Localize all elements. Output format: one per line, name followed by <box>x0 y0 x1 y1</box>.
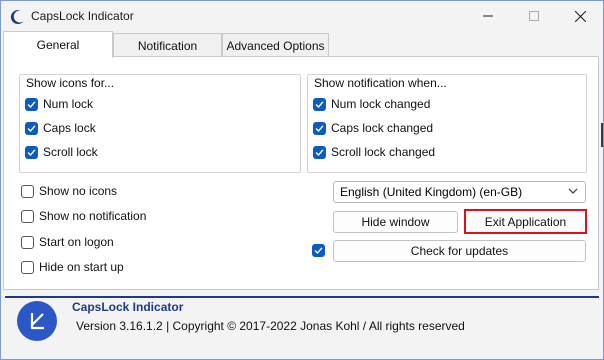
show-no-notification-option[interactable]: Show no notification <box>21 209 146 223</box>
show-notification-group: Show notification when... Num lock chang… <box>307 74 587 173</box>
general-panel: Show icons for... Num lock Caps lock Scr… <box>3 56 599 290</box>
scroll-lock-icon-checkbox[interactable] <box>25 145 38 159</box>
footer-version-text: Version 3.16.1.2 | Copyright © 2017-2022… <box>76 319 465 333</box>
close-button[interactable] <box>557 1 603 31</box>
show-icons-group: Show icons for... Num lock Caps lock Scr… <box>19 74 301 173</box>
app-moon-icon <box>10 9 24 24</box>
scroll-lock-notify-option[interactable]: Scroll lock changed <box>313 145 435 159</box>
language-select-value: English (United Kingdom) (en-GB) <box>340 185 523 199</box>
num-lock-icon-label: Num lock <box>43 97 94 111</box>
checkmark-icon <box>315 124 324 132</box>
caps-lock-notify-checkbox[interactable] <box>313 121 326 135</box>
scroll-lock-icon-label: Scroll lock <box>43 145 98 159</box>
check-updates-checkbox[interactable] <box>312 244 325 257</box>
show-no-notification-checkbox[interactable] <box>21 209 34 223</box>
show-no-icons-label: Show no icons <box>39 184 118 198</box>
caps-lock-icon-label: Caps lock <box>43 121 96 135</box>
show-no-icons-checkbox[interactable] <box>21 184 34 198</box>
num-lock-icon-checkbox[interactable] <box>25 97 38 111</box>
num-lock-icon-option[interactable]: Num lock <box>25 97 93 111</box>
num-lock-notify-option[interactable]: Num lock changed <box>313 97 430 111</box>
num-lock-notify-checkbox[interactable] <box>313 97 326 111</box>
show-icons-group-title: Show icons for... <box>26 76 115 90</box>
caps-lock-notify-option[interactable]: Caps lock changed <box>313 121 433 135</box>
app-window: CapsLock Indicator General Notification … <box>0 0 604 360</box>
check-for-updates-button[interactable]: Check for updates <box>333 240 586 262</box>
hide-on-start-up-option[interactable]: Hide on start up <box>21 260 124 274</box>
tab-general[interactable]: General <box>3 31 113 58</box>
window-title: CapsLock Indicator <box>31 9 134 23</box>
minimize-button[interactable] <box>465 1 511 31</box>
show-notification-group-title: Show notification when... <box>314 76 447 90</box>
checkmark-icon <box>314 247 323 255</box>
checkmark-icon <box>27 100 36 108</box>
minimize-icon <box>483 15 493 17</box>
scroll-lock-notify-label: Scroll lock changed <box>331 145 436 159</box>
exit-application-button[interactable]: Exit Application <box>464 209 587 234</box>
checkmark-icon <box>315 148 324 156</box>
tab-strip: General Notification Advanced Options <box>1 31 603 58</box>
close-icon <box>574 10 586 22</box>
checkmark-icon <box>27 148 36 156</box>
title-bar: CapsLock Indicator <box>1 1 603 31</box>
checkmark-icon <box>27 124 36 132</box>
hide-on-start-up-checkbox[interactable] <box>21 260 34 274</box>
footer-app-name: CapsLock Indicator <box>72 300 184 314</box>
window-edge-marker <box>601 123 603 147</box>
footer-divider <box>5 296 599 298</box>
tab-notification[interactable]: Notification <box>113 33 222 57</box>
scroll-lock-notify-checkbox[interactable] <box>313 145 326 159</box>
hide-window-button[interactable]: Hide window <box>333 211 458 233</box>
start-on-logon-option[interactable]: Start on logon <box>21 235 114 249</box>
show-no-notification-label: Show no notification <box>39 209 147 223</box>
caps-lock-icon-option[interactable]: Caps lock <box>25 121 96 135</box>
hide-on-start-up-label: Hide on start up <box>39 260 124 274</box>
language-select[interactable]: English (United Kingdom) (en-GB) <box>333 181 586 203</box>
maximize-icon <box>529 11 539 21</box>
checkmark-icon <box>315 100 324 108</box>
caps-lock-icon-checkbox[interactable] <box>25 121 38 135</box>
app-logo-icon <box>17 301 57 341</box>
show-no-icons-option[interactable]: Show no icons <box>21 184 117 198</box>
tab-advanced-options[interactable]: Advanced Options <box>222 33 329 57</box>
caps-lock-notify-label: Caps lock changed <box>331 121 434 135</box>
maximize-button[interactable] <box>511 1 557 31</box>
scroll-lock-icon-option[interactable]: Scroll lock <box>25 145 98 159</box>
start-on-logon-checkbox[interactable] <box>21 235 34 249</box>
start-on-logon-label: Start on logon <box>39 235 114 249</box>
num-lock-notify-label: Num lock changed <box>331 97 431 111</box>
chevron-down-icon <box>568 188 578 194</box>
